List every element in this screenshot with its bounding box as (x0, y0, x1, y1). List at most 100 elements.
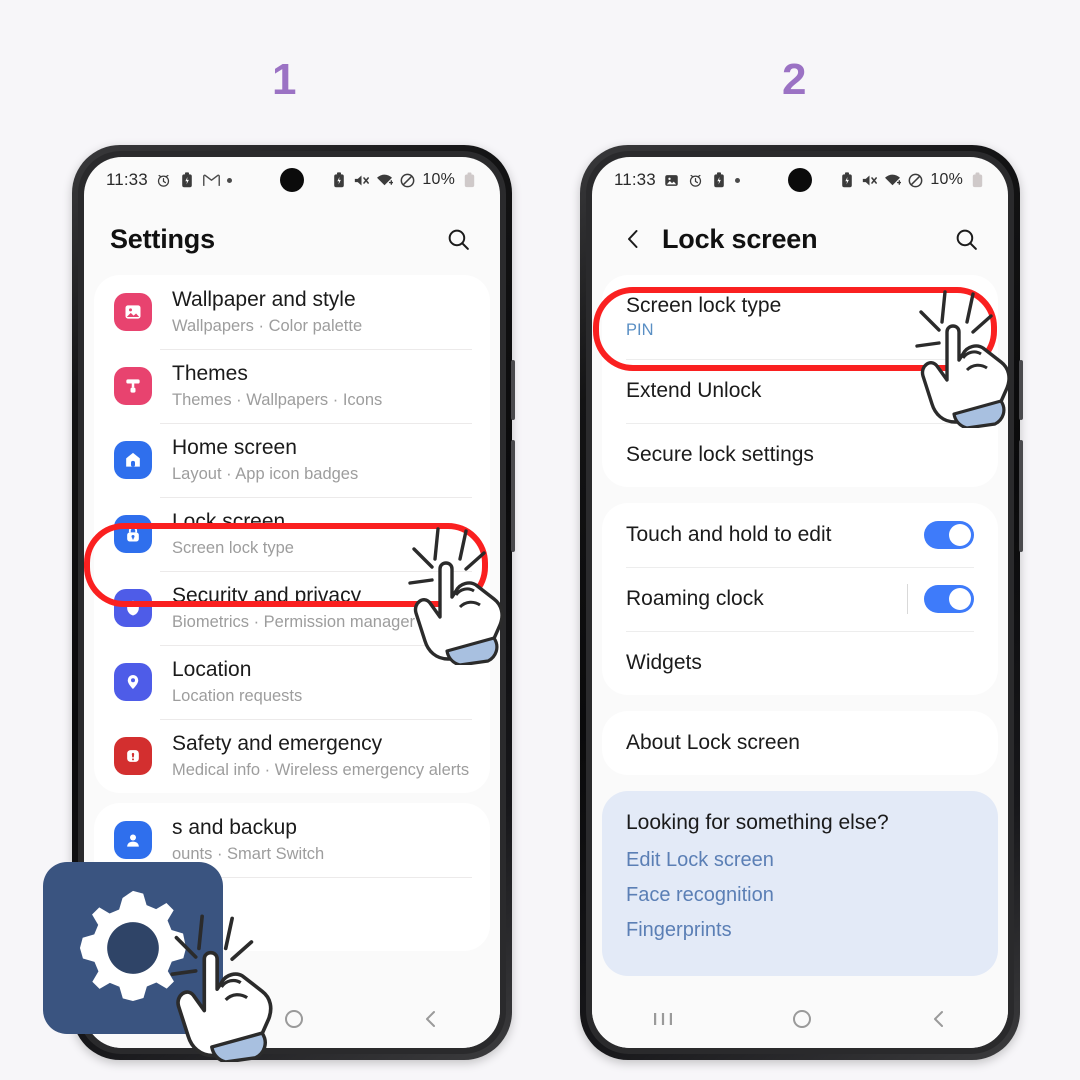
tap-hand-icon (408, 525, 548, 670)
suggestion-link-fingerprints[interactable]: Fingerprints (626, 919, 974, 942)
toggle-roaming-clock[interactable] (924, 585, 974, 613)
row-control (924, 521, 974, 549)
wifi-icon (884, 172, 902, 189)
row-control (907, 584, 974, 614)
page-title: Lock screen (662, 223, 818, 254)
lock-row-widgets[interactable]: Widgets (602, 631, 998, 695)
battery-percent: 10% (930, 171, 963, 188)
row-value: PIN (626, 321, 654, 339)
row-title: Secure lock settings (626, 443, 814, 466)
row-title: About Lock screen (626, 731, 800, 754)
settings-row-safety[interactable]: Safety and emergency Medical info · Wire… (94, 719, 490, 793)
row-title: Roaming clock (626, 587, 764, 610)
status-time: 11:33 (106, 170, 148, 189)
wallpaper-icon (114, 293, 152, 331)
row-title: Widgets (626, 651, 702, 674)
battery-saver-icon (179, 172, 196, 189)
settings-row-wallpaper[interactable]: Wallpaper and style Wallpapers · Color p… (94, 275, 490, 349)
phone-frame-lock-screen: 11:33 10% Lock screen Screen lock type P… (580, 145, 1023, 1060)
lock-row-touch-and-hold-to-edit[interactable]: Touch and hold to edit (602, 503, 998, 567)
status-bar-left: 11:33 (614, 170, 740, 190)
row-title: Themes (172, 362, 248, 386)
row-subtitle: Wallpapers · Color palette (172, 316, 363, 335)
side-button-power[interactable] (1019, 440, 1023, 552)
themes-icon (114, 367, 152, 405)
row-title: Extend Unlock (626, 379, 762, 402)
do-not-disturb-icon (907, 172, 924, 189)
settings-row-text: Security and privacy Biometrics · Permis… (172, 584, 415, 632)
tap-hand-icon (915, 288, 1055, 433)
battery-saver-icon (838, 172, 855, 189)
settings-row-text: Wallpaper and style Wallpapers · Color p… (172, 288, 362, 336)
alarm-icon (687, 172, 704, 189)
battery-icon (969, 172, 986, 189)
lock-settings-group-2: Touch and hold to edit Roaming clock Wid… (602, 503, 998, 695)
row-subtitle: Medical info · Wireless emergency alerts (172, 760, 470, 779)
more-dot-icon (226, 177, 232, 183)
suggestion-link-edit-lock-screen[interactable]: Edit Lock screen (626, 849, 974, 872)
search-icon[interactable] (442, 223, 474, 255)
battery-percent: 10% (422, 171, 455, 188)
tutorial-canvas: 1 2 11:33 10% Settings Wallpaper and sty… (0, 0, 1080, 1080)
back-icon[interactable] (928, 1008, 950, 1030)
search-icon[interactable] (950, 223, 982, 255)
home-icon[interactable] (791, 1008, 813, 1030)
system-navigation-bar (592, 990, 1008, 1048)
page-title: Settings (110, 223, 215, 254)
status-time: 11:33 (614, 170, 656, 189)
gmail-icon (202, 172, 220, 189)
suggestion-panel: Looking for something else? Edit Lock sc… (602, 791, 998, 976)
row-title: s and backup (172, 816, 297, 840)
lock-row-about-lock-screen[interactable]: About Lock screen (602, 711, 998, 775)
row-subtitle: Location requests (172, 686, 303, 705)
settings-row-text: Themes Themes · Wallpapers · Icons (172, 362, 382, 410)
row-title: Screen lock type (626, 294, 782, 317)
status-bar-right: 10% (838, 171, 986, 189)
recents-icon[interactable] (650, 1009, 676, 1029)
row-subtitle: Biometrics · Permission manager (172, 612, 415, 631)
settings-row-text: Home screen Layout · App icon badges (172, 436, 358, 484)
row-title: Home screen (172, 436, 297, 460)
row-title: Safety and emergency (172, 732, 383, 756)
back-icon[interactable] (420, 1008, 442, 1030)
row-title: Lock screen (172, 510, 286, 534)
suggestion-link-face-recognition[interactable]: Face recognition (626, 884, 974, 907)
settings-header: Settings (84, 203, 500, 275)
settings-row-home-screen[interactable]: Home screen Layout · App icon badges (94, 423, 490, 497)
shield-icon (114, 589, 152, 627)
row-subtitle: Themes · Wallpapers · Icons (172, 390, 383, 409)
lock-screen-header: Lock screen (592, 203, 1008, 275)
row-title: Security and privacy (172, 584, 362, 608)
mute-icon (861, 172, 878, 189)
back-chevron-icon[interactable] (618, 224, 648, 254)
home-icon (114, 441, 152, 479)
lock-row-roaming-clock[interactable]: Roaming clock (602, 567, 998, 631)
vertical-divider (907, 584, 908, 614)
row-title: Wallpaper and style (172, 288, 356, 312)
screenshot-icon (663, 172, 680, 189)
lock-icon (114, 515, 152, 553)
status-bar: 11:33 10% (84, 157, 500, 203)
status-bar: 11:33 10% (592, 157, 1008, 203)
status-bar-left: 11:33 (106, 170, 232, 190)
lock-settings-group-3: About Lock screen (602, 711, 998, 775)
lock-row-text: Screen lock type PIN (626, 294, 781, 340)
location-pin-icon (114, 663, 152, 701)
settings-row-text: Safety and emergency Medical info · Wire… (172, 732, 469, 780)
battery-icon (461, 172, 478, 189)
side-button-volume[interactable] (511, 360, 515, 420)
tap-hand-icon-gear (170, 912, 320, 1067)
wifi-icon (376, 172, 394, 189)
row-title: Touch and hold to edit (626, 523, 832, 546)
settings-row-themes[interactable]: Themes Themes · Wallpapers · Icons (94, 349, 490, 423)
do-not-disturb-icon (399, 172, 416, 189)
battery-saver-icon (330, 172, 347, 189)
mute-icon (353, 172, 370, 189)
status-bar-right: 10% (330, 171, 478, 189)
settings-row-text: Location Location requests (172, 658, 302, 706)
toggle-touch-and-hold[interactable] (924, 521, 974, 549)
battery-saver-icon (711, 172, 728, 189)
warning-icon (114, 737, 152, 775)
more-dot-icon (734, 177, 740, 183)
step-number-2: 2 (782, 55, 807, 104)
